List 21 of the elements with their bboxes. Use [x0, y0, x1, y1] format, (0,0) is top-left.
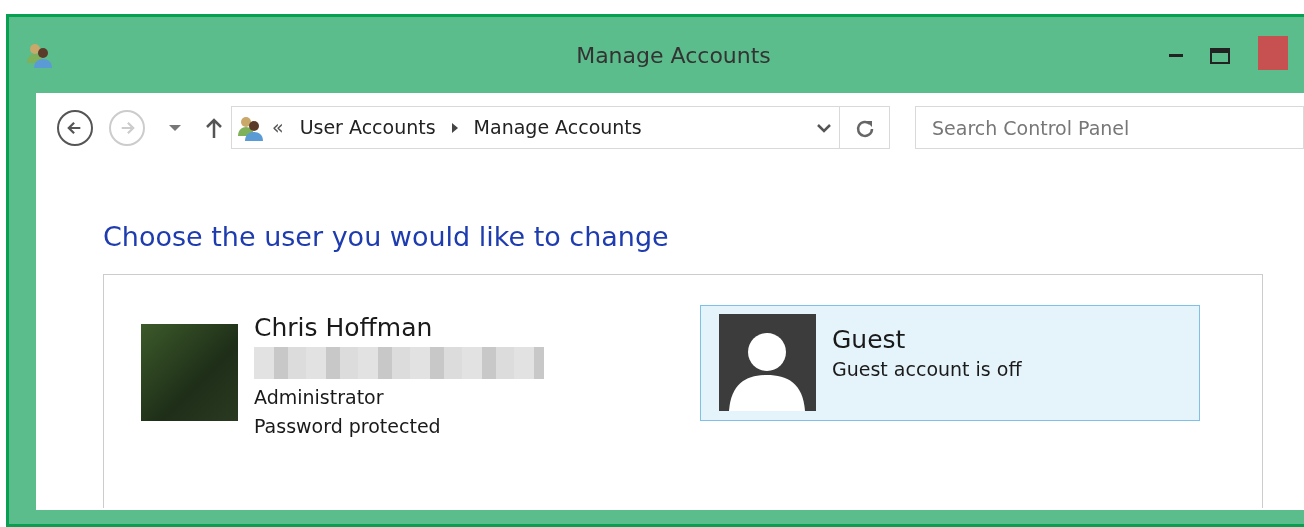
account-tile[interactable]: Chris Hoffman Administrator Password protected — [140, 313, 640, 443]
breadcrumb-link[interactable]: Manage Accounts — [473, 113, 642, 142]
account-detail: Administrator — [254, 384, 385, 410]
account-detail: Guest account is off — [832, 356, 1022, 382]
maximize-icon — [1210, 47, 1230, 64]
breadcrumb-link[interactable]: User Accounts — [299, 113, 436, 142]
minimize-icon — [1169, 53, 1183, 58]
search-field[interactable]: Search Control Panel — [915, 106, 1304, 149]
account-name: Guest — [832, 324, 907, 355]
account-tile[interactable]: Guest Guest account is off — [700, 304, 1200, 421]
address-bar[interactable]: « User Accounts Manage Accounts — [231, 106, 890, 149]
chevron-down-icon[interactable] — [817, 122, 831, 133]
dropdown-arrow-icon — [169, 124, 181, 132]
window-title: Manage Accounts — [575, 41, 771, 70]
page-heading: Choose the user you would like to change — [103, 220, 670, 254]
account-name: Chris Hoffman — [254, 312, 434, 343]
overflow-button[interactable]: « — [272, 113, 284, 142]
back-button[interactable] — [57, 109, 93, 146]
account-detail: Password protected — [254, 413, 442, 439]
users-icon — [25, 41, 53, 69]
chevron-icon — [451, 122, 458, 133]
